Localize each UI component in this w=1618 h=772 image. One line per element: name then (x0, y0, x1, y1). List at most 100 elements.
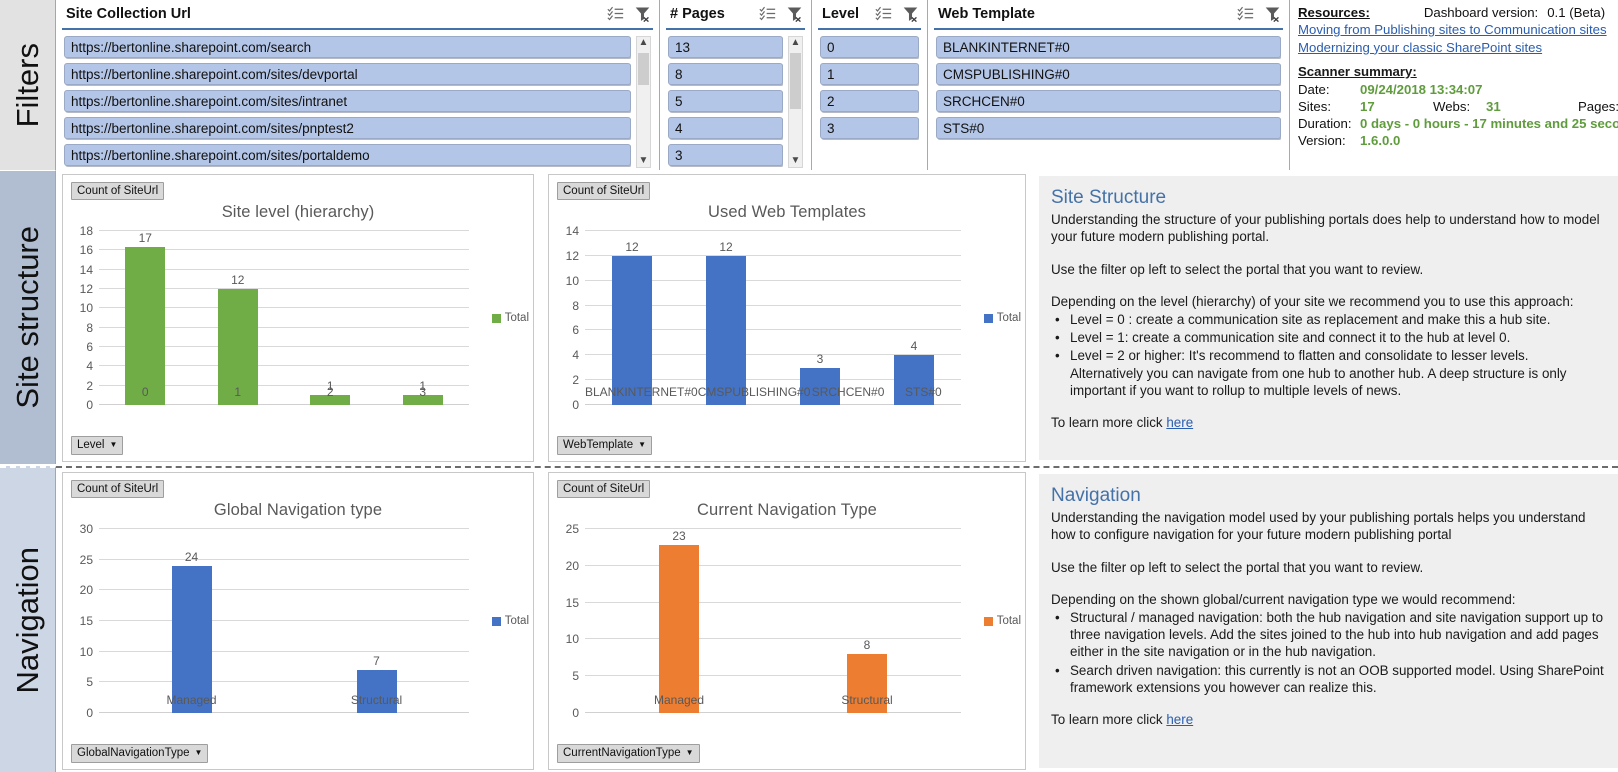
slicer-item[interactable]: 13 (668, 36, 783, 58)
pivot-value-field-button[interactable]: Count of SiteUrl (71, 480, 165, 498)
multi-select-icon[interactable] (1237, 5, 1254, 22)
slicer-item[interactable]: 3 (668, 144, 783, 166)
learn-more-link[interactable]: here (1166, 415, 1193, 430)
scroll-up-icon[interactable]: ▲ (791, 37, 801, 49)
info-paragraph-3: Depending on the shown global/current na… (1051, 592, 1516, 608)
pivot-field-button-globalnavigationtype[interactable]: GlobalNavigationType ▼ (71, 744, 209, 763)
slicer-item-list[interactable]: https://bertonline.sharepoint.com/search… (64, 36, 631, 168)
bar-slot: 7 (284, 529, 469, 713)
bars: 12 12 3 4 (585, 231, 961, 405)
slicer-item[interactable]: https://bertonline.sharepoint.com/sites/… (64, 63, 631, 85)
y-tick-label: 14 (565, 224, 579, 238)
rail-navigation-text: Navigation (9, 546, 45, 694)
slicer-item[interactable]: 5 (668, 90, 783, 112)
scrollbar-thumb[interactable] (790, 53, 801, 109)
pivot-value-field-button[interactable]: Count of SiteUrl (557, 182, 651, 200)
scroll-down-icon[interactable]: ▼ (639, 155, 649, 167)
info-bullet: Level = 0 : create a communication site … (1055, 311, 1604, 329)
scroll-up-icon[interactable]: ▲ (639, 37, 649, 49)
slicer-item[interactable]: 4 (668, 117, 783, 139)
info-bullet-list: Structural / managed navigation: both th… (1051, 609, 1604, 697)
legend-label: Total (996, 312, 1021, 324)
multi-select-icon[interactable] (607, 5, 624, 22)
slicer-item[interactable]: https://bertonline.sharepoint.com/sites/… (64, 90, 631, 112)
x-tick-label: Managed (653, 693, 705, 707)
slicer-item[interactable]: 0 (820, 36, 919, 58)
section-rail: Filters Site structure Navigation (0, 0, 56, 772)
pivot-value-field-button[interactable]: Count of SiteUrl (557, 480, 651, 498)
rail-label-filters: Filters (0, 0, 56, 170)
rail-label-navigation: Navigation (0, 466, 56, 772)
learn-more-line: To learn more click here (1051, 414, 1604, 432)
y-tick-label: 4 (572, 348, 579, 363)
slicer-web-template[interactable]: Web Template BLANKINTERNET#0 CMSPUBLISHI… (928, 0, 1290, 170)
slicer-header: Level (818, 4, 921, 30)
slicer-item-list[interactable]: 0 1 2 3 (820, 36, 919, 168)
bar-value-label: 4 (910, 339, 918, 354)
bars: 24 7 (99, 529, 469, 713)
slicer-header: Site Collection Url (62, 4, 653, 30)
slicer-item[interactable]: 2 (820, 90, 919, 112)
y-tick-label: 16 (79, 243, 93, 258)
scanner-summary-counts-row: Sites: 17 Webs: 31 Pages: 109 (1298, 98, 1618, 115)
legend-swatch (983, 616, 993, 626)
y-tick-label: 18 (79, 224, 93, 238)
multi-select-icon[interactable] (875, 5, 892, 22)
slicer-num-pages[interactable]: # Pages 13 8 5 4 3 ▲ ▼ (660, 0, 812, 170)
slicer-item[interactable]: STS#0 (936, 117, 1281, 139)
y-tick-label: 0 (86, 706, 93, 720)
slicer-item[interactable]: 1 (820, 63, 919, 85)
pivot-field-label: CurrentNavigationType (563, 747, 681, 759)
plot-area: 0 5 10 15 20 25 23 8 Managed Structural Total (549, 522, 1025, 720)
pages-label: Pages: (1578, 99, 1618, 114)
slicer-item[interactable]: https://bertonline.sharepoint.com/sites/… (64, 144, 631, 166)
pivot-value-field-button[interactable]: Count of SiteUrl (71, 182, 165, 200)
bar-slot: 3 (773, 231, 867, 405)
clear-filter-icon[interactable] (902, 5, 919, 23)
info-paragraph-1: Understanding the navigation model used … (1051, 510, 1586, 543)
y-tick-label: 30 (79, 522, 93, 536)
bar-slot: 12 (585, 231, 679, 405)
multi-select-icon[interactable] (759, 5, 776, 22)
slicer-scrollbar[interactable]: ▲ ▼ (636, 36, 651, 168)
plot-area: 0 2 4 6 8 10 12 14 16 18 17 12 1 1 0123 Total (63, 224, 533, 412)
webs-value: 31 (1486, 99, 1501, 114)
resource-link-modernizing-classic[interactable]: Modernizing your classic SharePoint site… (1298, 39, 1618, 57)
clear-filter-icon[interactable] (634, 5, 651, 23)
learn-more-link[interactable]: here (1166, 712, 1193, 727)
slicer-item[interactable]: 3 (820, 117, 919, 139)
slicer-item[interactable]: CMSPUBLISHING#0 (936, 63, 1281, 85)
chart-card-web-templates: Count of SiteUrl Used Web Templates 0 2 4 6… (548, 174, 1026, 462)
bar[interactable] (659, 545, 699, 713)
slicer-item-list[interactable]: 13 8 5 4 3 (668, 36, 783, 168)
slicer-header-icons (607, 4, 651, 23)
slicer-scrollbar[interactable]: ▲ ▼ (788, 36, 803, 168)
slicer-item[interactable]: https://bertonline.sharepoint.com/sites/… (64, 117, 631, 139)
bars-container: 12 12 3 4 (585, 231, 961, 405)
slicer-item[interactable]: 8 (668, 63, 783, 85)
scroll-down-icon[interactable]: ▼ (791, 155, 801, 167)
rail-site-structure-text: Site structure (9, 226, 45, 409)
slicer-level[interactable]: Level 0 1 2 3 (812, 0, 928, 170)
slicer-item-list[interactable]: BLANKINTERNET#0 CMSPUBLISHING#0 SRCHCEN#… (936, 36, 1281, 168)
slicer-item[interactable]: BLANKINTERNET#0 (936, 36, 1281, 58)
y-axis: 0 5 10 15 20 25 (549, 522, 583, 720)
y-axis: 0 2 4 6 8 10 12 14 16 18 (63, 224, 97, 412)
slicer-header-icons (1237, 4, 1281, 23)
pivot-field-button-currentnavigationtype[interactable]: CurrentNavigationType ▼ (557, 744, 700, 763)
resource-link-publishing-to-communication[interactable]: Moving from Publishing sites to Communic… (1298, 21, 1618, 39)
slicer-item[interactable]: https://bertonline.sharepoint.com/search (64, 36, 631, 58)
slicer-site-collection-url[interactable]: Site Collection Url https://bertonline.s… (56, 0, 660, 170)
slicer-title: Level (822, 6, 860, 22)
y-tick-label: 4 (86, 359, 93, 374)
pivot-field-button-webtemplate[interactable]: WebTemplate ▼ (557, 436, 653, 455)
x-axis: BLANKINTERNET#0 CMSPUBLISHING#0 SRCHCEN#0 S… (585, 381, 961, 405)
slicer-item[interactable]: SRCHCEN#0 (936, 90, 1281, 112)
y-tick-label: 10 (79, 644, 93, 659)
scrollbar-thumb[interactable] (638, 53, 649, 85)
pivot-field-button-level[interactable]: Level ▼ (71, 436, 124, 455)
clear-filter-icon[interactable] (1264, 5, 1281, 23)
learn-more-text: To learn more click (1051, 711, 1167, 727)
clear-filter-icon[interactable] (786, 5, 803, 23)
y-tick-label: 2 (86, 378, 93, 393)
